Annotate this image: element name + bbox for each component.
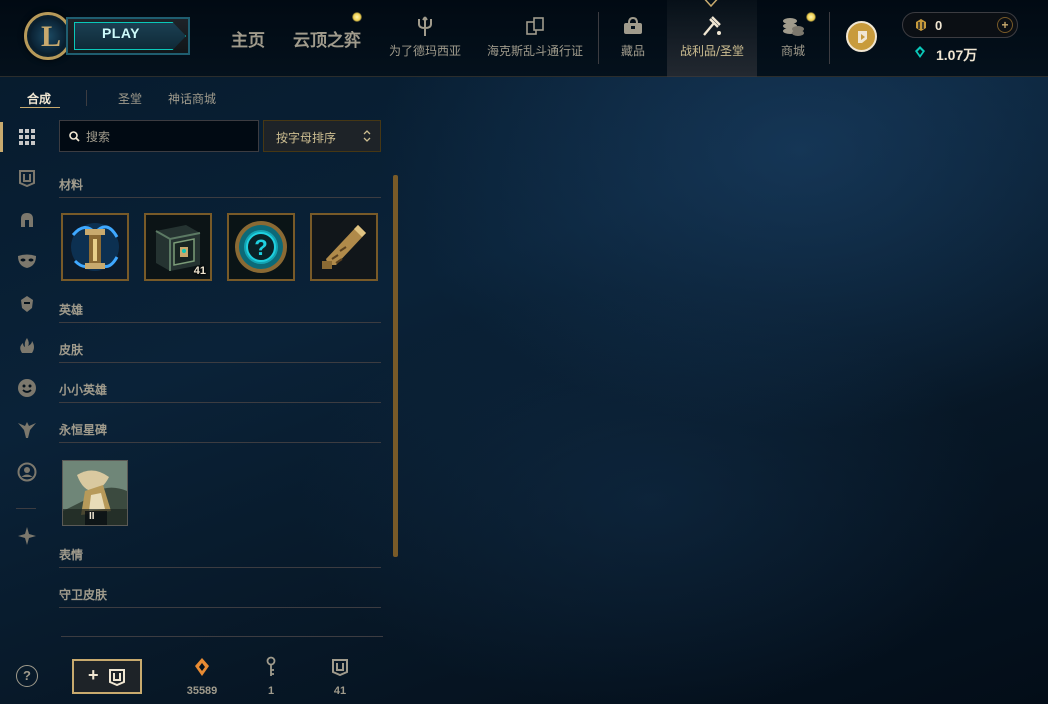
tab-divider [86, 90, 87, 106]
loot-list-scrollbar[interactable] [393, 175, 398, 557]
category-materials[interactable]: 材料 [59, 174, 381, 198]
category-eternals[interactable]: 永恒星碑 [59, 419, 381, 443]
svg-text:?: ? [254, 235, 267, 260]
key-stat: 1 [241, 655, 301, 697]
ward-icon[interactable] [14, 417, 40, 443]
category-label: 皮肤 [59, 343, 84, 357]
league-logo[interactable]: L [24, 12, 72, 60]
buy-riot-points-button[interactable]: + [997, 17, 1013, 33]
category-label: 材料 [59, 178, 84, 192]
nav-collection-label: 藏品 [620, 44, 645, 58]
loot-hammer-icon [667, 14, 757, 38]
nav-store-label: 商城 [780, 44, 805, 58]
eternal-series-icon [63, 461, 127, 525]
blue-essence-icon [915, 46, 925, 58]
sort-dropdown-label: 按字母排序 [276, 131, 337, 145]
tab-active-underline [20, 107, 60, 108]
orange-essence-stat: 35589 [172, 655, 232, 697]
chest-value: 41 [333, 685, 347, 697]
rail-active-indicator [0, 122, 3, 152]
riot-points-icon [916, 19, 926, 31]
footer-divider [61, 636, 383, 637]
nav-aram-pass-label: 海克斯乱斗通行证 [486, 44, 583, 58]
trident-icon [382, 14, 468, 38]
chest-icon[interactable] [14, 165, 40, 191]
category-emotes[interactable]: 表情 [59, 544, 381, 568]
eternal-series-badge: II [89, 511, 95, 522]
mask-icon[interactable] [14, 248, 40, 274]
nav-store[interactable]: 商城 [762, 0, 824, 77]
category-little-legends[interactable]: 小小英雄 [59, 379, 381, 403]
prime-gaming-icon[interactable] [846, 21, 877, 52]
league-logo-glyph: L [40, 20, 61, 53]
riot-points-wallet: 0 + [902, 12, 1018, 38]
tft-notification-dot [352, 12, 362, 22]
chest-icon [332, 659, 348, 676]
top-navigation-bar: L PLAY 主页 云顶之弈 为了德玛西亚 海克斯乱斗通行证 藏品 战利品/圣堂… [0, 0, 1048, 77]
orange-essence-value: 35589 [186, 685, 218, 697]
loot-item[interactable]: II [62, 460, 128, 526]
nav-tft[interactable]: 云顶之弈 [293, 26, 361, 51]
nav-separator [829, 12, 830, 64]
active-nav-caret-icon [704, 0, 718, 8]
category-label: 守卫皮肤 [59, 588, 108, 602]
orange-essence-icon [195, 658, 209, 676]
profile-icon[interactable] [14, 459, 40, 485]
play-button[interactable]: PLAY [66, 17, 190, 55]
hextech-chest-icon [63, 215, 127, 279]
hextech-key-icon [312, 215, 376, 279]
riot-points-value: 0 [935, 18, 943, 33]
chest-icon [109, 669, 125, 686]
nav-collection[interactable]: 藏品 [606, 0, 660, 77]
add-chest-button[interactable]: + [72, 659, 142, 694]
category-label: 永恒星碑 [59, 423, 108, 437]
key-value: 1 [267, 685, 275, 697]
category-label: 小小英雄 [59, 383, 108, 397]
loot-item[interactable]: ? [227, 213, 295, 281]
mystery-orb-icon: ? [229, 215, 293, 279]
tab-crafting[interactable]: 合成 [27, 90, 51, 107]
tab-mythic-shop[interactable]: 神话商城 [168, 90, 216, 107]
nav-loot-label: 战利品/圣堂 [679, 44, 745, 58]
nav-loot[interactable]: 战利品/圣堂 [667, 0, 757, 77]
play-button-label: PLAY [101, 25, 141, 41]
category-skins[interactable]: 皮肤 [59, 339, 381, 363]
nav-home[interactable]: 主页 [231, 26, 265, 51]
store-notification-dot [806, 12, 816, 22]
key-icon [266, 656, 276, 676]
search-box[interactable] [59, 120, 259, 152]
add-chest-plus-label: + [88, 665, 99, 685]
sort-chevron-icon [363, 130, 371, 142]
category-label: 英雄 [59, 303, 84, 317]
tab-sanctum[interactable]: 圣堂 [118, 90, 142, 107]
blue-essence-value: 1.07万 [936, 47, 978, 63]
loot-item[interactable] [61, 213, 129, 281]
nav-for-demacia-label: 为了德玛西亚 [388, 44, 461, 58]
nav-aram-pass[interactable]: 海克斯乱斗通行证 [482, 0, 588, 77]
search-input[interactable] [86, 128, 254, 146]
nav-for-demacia[interactable]: 为了德玛西亚 [382, 0, 468, 77]
help-button[interactable]: ? [16, 665, 38, 687]
chest-stat: 41 [310, 655, 370, 697]
nav-separator [598, 12, 599, 64]
item-count: 41 [193, 265, 206, 277]
eternals-icon[interactable] [14, 523, 40, 549]
helmet-icon[interactable] [14, 207, 40, 233]
collection-bag-icon [606, 14, 660, 38]
loot-item[interactable]: 41 [144, 213, 212, 281]
grid-icon[interactable] [14, 124, 40, 150]
sort-dropdown[interactable]: 按字母排序 [263, 120, 381, 152]
cards-icon [482, 14, 588, 38]
rail-divider [16, 508, 36, 509]
search-icon [69, 131, 80, 142]
flame-icon[interactable] [14, 333, 40, 359]
champion-icon[interactable] [14, 291, 40, 317]
emote-icon[interactable] [14, 375, 40, 401]
category-label: 表情 [59, 548, 84, 562]
category-ward-skins[interactable]: 守卫皮肤 [59, 584, 381, 608]
category-champions[interactable]: 英雄 [59, 299, 381, 323]
loot-item[interactable] [310, 213, 378, 281]
